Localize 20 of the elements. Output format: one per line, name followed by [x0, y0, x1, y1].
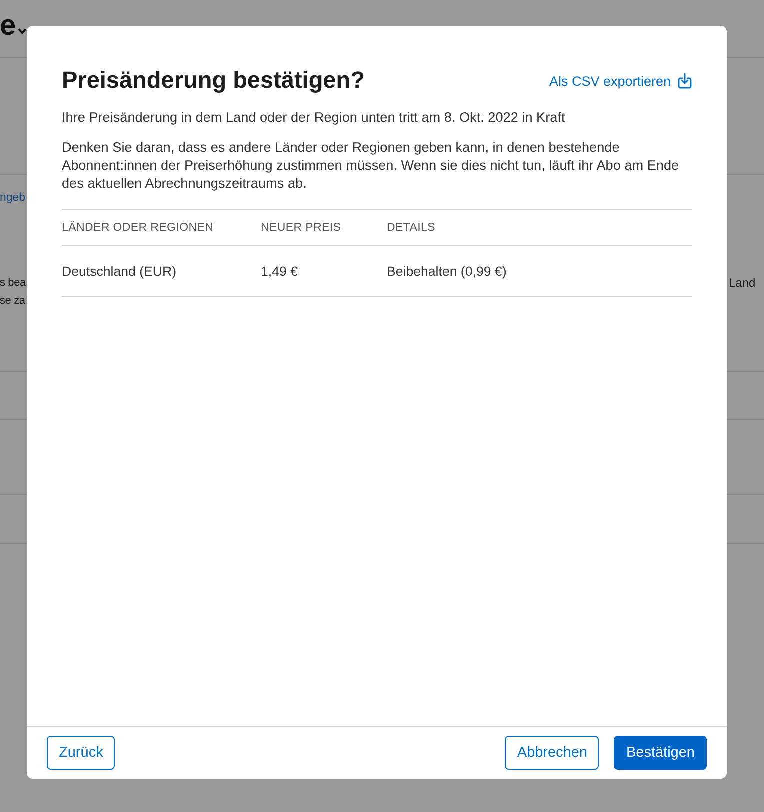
dialog-title: Preisänderung bestätigen? [62, 66, 365, 95]
page-text: s bea [0, 276, 27, 291]
page-link[interactable]: ngeb [0, 189, 27, 207]
export-csv-link[interactable]: Als CSV exportieren [549, 73, 692, 89]
dialog-text: Ihre Preisänderung in dem Land oder der Region unten tritt am 8. Okt. 2022 in Kraft [62, 109, 566, 127]
column-header: NEUER PREIS [261, 222, 342, 234]
download-icon [678, 73, 692, 89]
page-text: Land [729, 275, 756, 292]
page-text: se za [0, 294, 26, 309]
page-title: e [0, 10, 16, 42]
dialog-button[interactable]: Zurück [47, 736, 116, 770]
column-header: DETAILS [387, 222, 436, 234]
table-cell: 1,49 € [261, 264, 298, 278]
table-cell: Beibehalten (0,99 €) [387, 264, 507, 278]
dialog-text: Denken Sie daran, dass es andere Länder oder Regionen geben kann, in denen bestehende Abonnent:innen der Preiserhöhung zustimmen müssen. Wenn sie dies nicht tun, läuft ihr Abo am Ende des aktuellen Abrechnungszeitraums ab. [62, 139, 680, 193]
dialog-button[interactable]: Bestätigen [614, 736, 707, 770]
table-cell: Deutschland (EUR) [62, 264, 177, 278]
column-header: LÄNDER ODER REGIONEN [62, 222, 214, 234]
chevron-down-icon [18, 28, 27, 35]
dialog-button[interactable]: Abbrechen [505, 736, 600, 770]
